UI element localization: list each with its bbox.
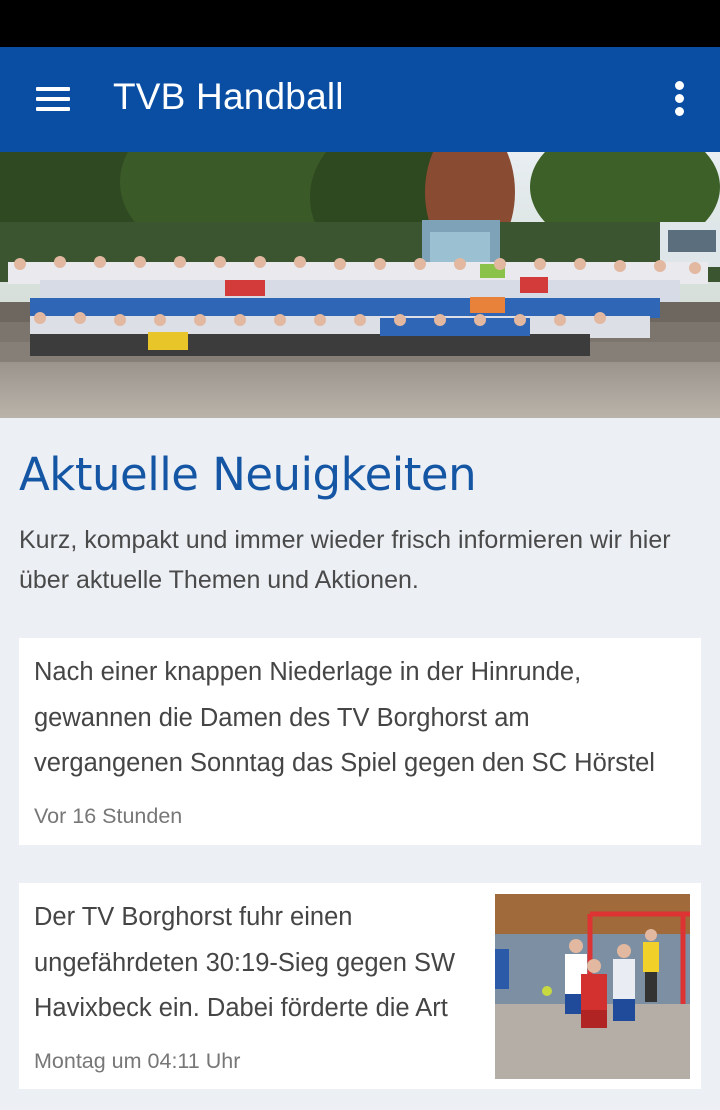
news-card-text: Nach einer knappen Niederlage in der Hin… xyxy=(34,658,655,777)
news-card-text: Der TV Borghorst fuhr einen ungefährdete… xyxy=(34,903,456,1022)
section-title: Aktuelle Neuigkeiten xyxy=(19,448,477,501)
news-card-time: Montag um 04:11 Uhr xyxy=(34,1049,241,1073)
section-intro: Kurz, kompakt und immer wieder frisch in… xyxy=(19,526,671,594)
team-group-photo xyxy=(0,152,720,418)
more-vert-icon[interactable] xyxy=(660,77,700,121)
hamburger-menu-icon[interactable] xyxy=(22,77,82,121)
app-title: TVB Handball xyxy=(113,76,344,117)
news-card-time: Vor 16 Stunden xyxy=(34,804,183,828)
handball-match-photo xyxy=(495,894,690,1079)
news-card[interactable]: Der TV Borghorst fuhr einen ungefährdete… xyxy=(19,883,701,1089)
status-bar xyxy=(0,0,720,47)
news-card[interactable]: Nach einer knappen Niederlage in der Hin… xyxy=(19,638,701,845)
app-bar: TVB Handball xyxy=(0,47,720,152)
